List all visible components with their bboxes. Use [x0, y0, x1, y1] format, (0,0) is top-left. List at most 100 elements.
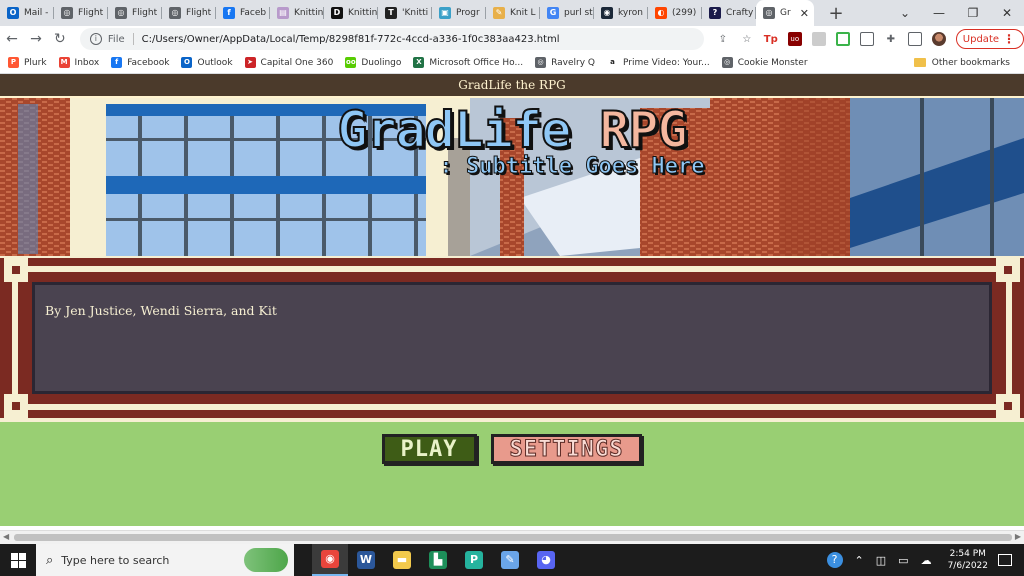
scroll-left-arrow-icon[interactable]: ◀ — [3, 532, 9, 541]
bookmark-item[interactable]: X Microsoft Office Ho... — [413, 57, 523, 68]
browser-tab[interactable]: ◐ (299) — [648, 0, 702, 26]
bookmark-item[interactable]: ◎ Ravelry Q — [535, 57, 595, 68]
address-bar[interactable]: i File C:/Users/Owner/AppData/Local/Temp… — [79, 28, 704, 50]
taskbar-app-file-explorer[interactable]: ▬ — [384, 544, 420, 576]
taskbar-app-app-teal[interactable]: P — [456, 544, 492, 576]
browser-tab[interactable]: ▣ Progr — [432, 0, 486, 26]
tab-title: Crafty — [726, 8, 754, 18]
scrollbar-thumb[interactable] — [14, 534, 1012, 541]
tab-favicon-icon: ✎ — [493, 7, 505, 19]
address-url[interactable]: C:/Users/Owner/AppData/Local/Temp/8298f8… — [142, 34, 560, 45]
tab-favicon-icon: D — [331, 7, 343, 19]
show-hidden-icons-chevron-icon[interactable]: ⌃ — [855, 554, 864, 567]
meet-now-icon[interactable]: ◫ — [876, 554, 886, 567]
bookmark-favicon-icon: f — [111, 57, 123, 68]
bookmark-item[interactable]: M Inbox — [58, 57, 99, 68]
network-cloud-icon[interactable]: ☁ — [921, 554, 932, 567]
tab-title: Flight — [78, 8, 104, 18]
browser-tab[interactable]: ◉ kyron — [594, 0, 648, 26]
extensions-puzzle-icon[interactable]: ✚ — [884, 32, 898, 46]
notification-center-icon[interactable] — [998, 554, 1012, 566]
browser-tab[interactable]: ✎ Knit L — [486, 0, 540, 26]
info-icon[interactable]: i — [89, 33, 102, 45]
update-button[interactable]: Update ⋮ — [955, 29, 1024, 49]
settings-button[interactable]: SETTINGS — [490, 434, 643, 464]
browser-tab[interactable]: f Faceb — [216, 0, 270, 26]
tab-title: Flight — [186, 8, 212, 18]
browser-tab[interactable]: O Mail - — [0, 0, 54, 26]
extension-ublock-icon[interactable]: uo — [787, 32, 802, 46]
start-button[interactable] — [0, 544, 36, 576]
bookmark-item[interactable]: ◎ Cookie Monster — [721, 57, 808, 68]
taskbar-app-paint[interactable]: ✎ — [492, 544, 528, 576]
app-teal-icon: P — [465, 551, 483, 569]
app-green-icon: ▙ — [429, 551, 447, 569]
taskbar-apps: ◉ W ▬ ▙ P ✎ ◕ — [312, 544, 564, 576]
taskbar-app-app-green[interactable]: ▙ — [420, 544, 456, 576]
bookmark-item[interactable]: P Plurk — [8, 57, 47, 68]
bookmark-item[interactable]: ➤ Capital One 360 — [244, 57, 334, 68]
taskbar-app-word[interactable]: W — [348, 544, 384, 576]
tab-favicon-icon: ◎ — [115, 7, 127, 19]
tab-favicon-icon: O — [7, 7, 19, 19]
browser-tab[interactable]: T 'Knitti — [378, 0, 432, 26]
menu-kebab-icon: ⋮ — [1003, 32, 1016, 46]
taskbar-search-box[interactable]: ⌕ Type here to search — [36, 544, 294, 576]
play-button[interactable]: PLAY — [381, 434, 477, 464]
browser-tab[interactable]: ◎ Flight — [108, 0, 162, 26]
other-bookmarks-folder[interactable]: Other bookmarks — [913, 58, 1010, 68]
help-icon[interactable]: ? — [826, 552, 843, 568]
game-window-title: GradLife the RPG — [0, 74, 1024, 98]
browser-tab[interactable]: D Knittin — [324, 0, 378, 26]
game-title-rpg: RPG — [598, 101, 688, 159]
bookmark-label: Capital One 360 — [260, 57, 334, 68]
extension-green-icon[interactable] — [835, 32, 850, 46]
page-viewport: GradLife the RPG GradLife RPG: Subtitle… — [0, 74, 1024, 530]
extension-box-icon[interactable] — [859, 32, 874, 46]
scroll-right-arrow-icon[interactable]: ▶ — [1015, 532, 1021, 541]
tab-favicon-icon: ◎ — [61, 7, 73, 19]
browser-tab[interactable]: Gpurl st — [540, 0, 594, 26]
credits-text: By Jen Justice, Wendi Sierra, and Kit — [45, 303, 277, 318]
browser-tab[interactable]: ◎ Gr ✕ — [756, 0, 814, 26]
close-tab-icon[interactable]: ✕ — [800, 7, 809, 20]
browser-tab[interactable]: ▤ Knittin — [270, 0, 324, 26]
extension-tp-icon[interactable]: Tp — [764, 32, 778, 46]
side-panel-icon[interactable] — [907, 32, 922, 46]
forward-arrow-icon[interactable]: → — [24, 31, 48, 47]
bookmark-label: Duolingo — [361, 57, 402, 68]
browser-toolbar: ← → ↻ i File C:/Users/Owner/AppData/Loca… — [0, 26, 1024, 52]
close-window-button[interactable]: ✕ — [990, 0, 1024, 26]
browser-tab[interactable]: ◎ Flight — [54, 0, 108, 26]
share-icon[interactable]: ⇪ — [716, 32, 730, 46]
paint-icon: ✎ — [501, 551, 519, 569]
tab-search-icon[interactable]: ⌄ — [888, 0, 922, 26]
browser-tab[interactable]: ◎ Flight — [162, 0, 216, 26]
bookmark-star-icon[interactable]: ☆ — [740, 32, 754, 46]
reload-icon[interactable]: ↻ — [48, 31, 72, 47]
bookmark-item[interactable]: O Outlook — [181, 57, 233, 68]
back-arrow-icon[interactable]: ← — [0, 31, 24, 47]
bookmark-favicon-icon: oo — [345, 57, 357, 68]
tab-title: Faceb — [240, 8, 267, 18]
bookmark-item[interactable]: oo Duolingo — [345, 57, 401, 68]
taskbar-app-chrome[interactable]: ◉ — [312, 544, 348, 576]
restore-button[interactable]: ❐ — [956, 0, 990, 26]
frame-corner-ornament — [4, 394, 28, 418]
frame-corner-ornament — [4, 258, 28, 282]
taskbar-clock[interactable]: 2:54 PM 7/6/2022 — [948, 548, 988, 572]
taskbar-search-placeholder: Type here to search — [61, 553, 170, 567]
browser-tab[interactable]: ? Crafty — [702, 0, 756, 26]
horizontal-scrollbar[interactable]: ◀ ▶ — [0, 530, 1024, 544]
bookmark-item[interactable]: f Facebook — [111, 57, 169, 68]
new-tab-button[interactable]: + — [824, 0, 848, 26]
minimize-button[interactable]: — — [922, 0, 956, 26]
taskbar-app-discord[interactable]: ◕ — [528, 544, 564, 576]
tab-title: purl st — [564, 8, 593, 18]
battery-icon[interactable]: ▭ — [898, 554, 908, 567]
tab-favicon-icon: ◐ — [655, 7, 667, 19]
profile-avatar[interactable] — [931, 32, 946, 46]
extension-gray-icon[interactable] — [811, 32, 826, 46]
tab-favicon-icon: ◎ — [169, 7, 181, 19]
bookmark-item[interactable]: a Prime Video: Your... — [606, 57, 710, 68]
